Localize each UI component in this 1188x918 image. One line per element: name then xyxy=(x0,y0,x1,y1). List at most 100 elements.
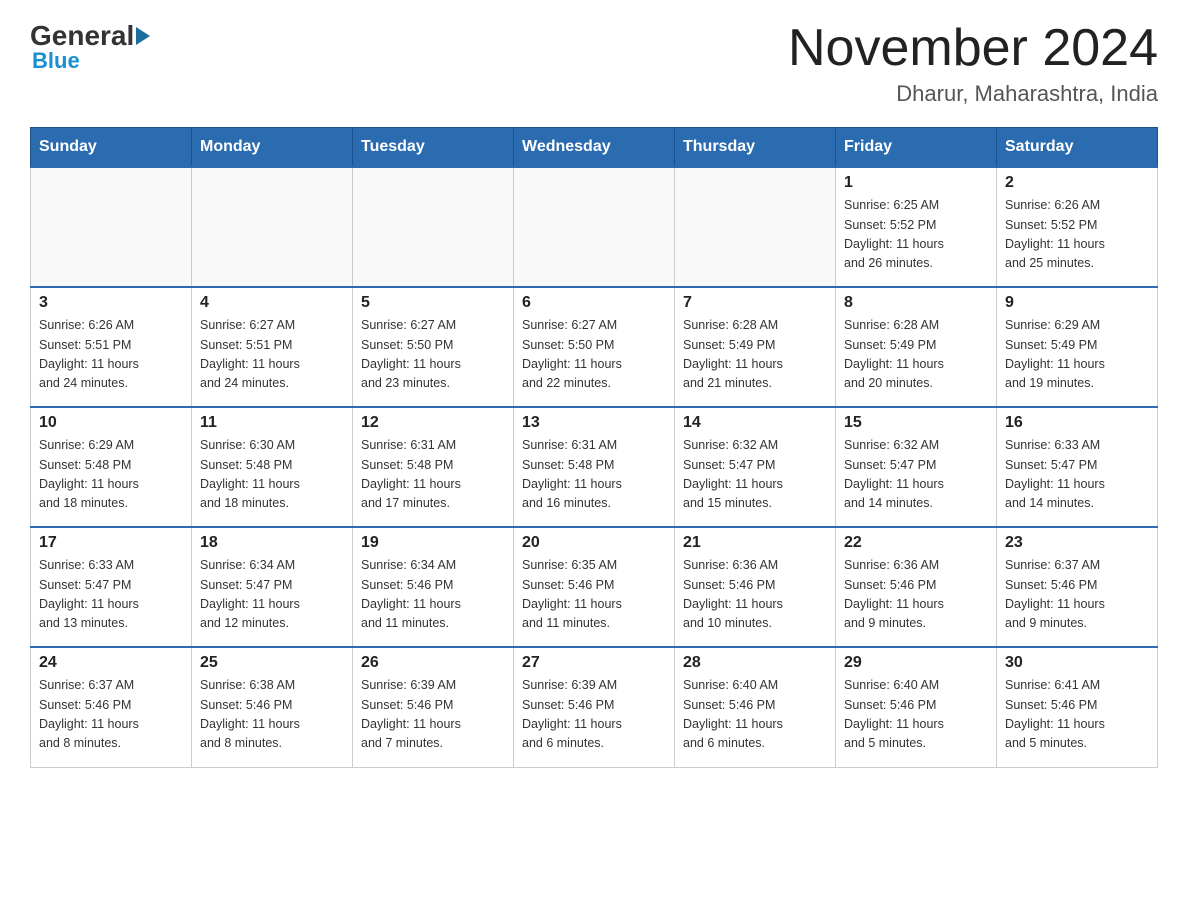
day-info: Sunrise: 6:35 AMSunset: 5:46 PMDaylight:… xyxy=(522,556,666,634)
calendar-cell: 2 Sunrise: 6:26 AMSunset: 5:52 PMDaylight… xyxy=(997,167,1158,287)
day-info: Sunrise: 6:40 AMSunset: 5:46 PMDaylight:… xyxy=(844,676,988,754)
week-row-2: 3Sunrise: 6:26 AMSunset: 5:51 PMDaylight… xyxy=(31,287,1158,407)
calendar-cell: 18 Sunrise: 6:34 AMSunset: 5:47 PMDayligh… xyxy=(192,527,353,647)
day-info: Sunrise: 6:31 AMSunset: 5:48 PMDaylight:… xyxy=(361,436,505,514)
day-info: Sunrise: 6:27 AMSunset: 5:50 PMDaylight:… xyxy=(361,316,505,394)
calendar-cell: 6 Sunrise: 6:27 AMSunset: 5:50 PMDaylight… xyxy=(514,287,675,407)
logo-blue-text: Blue xyxy=(30,48,80,74)
day-number: 16 xyxy=(1005,414,1149,432)
title-block: November 2024 Dharur, Maharashtra, India xyxy=(788,20,1158,107)
calendar-cell: 30Sunrise: 6:41 AMSunset: 5:46 PMDayligh… xyxy=(997,647,1158,767)
calendar-cell: 21 Sunrise: 6:36 AMSunset: 5:46 PMDayligh… xyxy=(675,527,836,647)
weekday-header-saturday: Saturday xyxy=(997,128,1158,168)
calendar-cell: 13 Sunrise: 6:31 AMSunset: 5:48 PMDayligh… xyxy=(514,407,675,527)
calendar-cell: 14Sunrise: 6:32 AMSunset: 5:47 PMDayligh… xyxy=(675,407,836,527)
calendar-table: SundayMondayTuesdayWednesdayThursdayFrid… xyxy=(30,127,1158,768)
day-number: 13 xyxy=(522,414,666,432)
calendar-cell: 28Sunrise: 6:40 AMSunset: 5:46 PMDayligh… xyxy=(675,647,836,767)
weekday-header-wednesday: Wednesday xyxy=(514,128,675,168)
day-number: 27 xyxy=(522,654,666,672)
day-number: 15 xyxy=(844,414,988,432)
day-info: Sunrise: 6:33 AMSunset: 5:47 PMDaylight:… xyxy=(1005,436,1149,514)
day-info: Sunrise: 6:41 AMSunset: 5:46 PMDaylight:… xyxy=(1005,676,1149,754)
day-info: Sunrise: 6:32 AMSunset: 5:47 PMDaylight:… xyxy=(844,436,988,514)
day-info: Sunrise: 6:39 AMSunset: 5:46 PMDaylight:… xyxy=(361,676,505,754)
logo-triangle-icon xyxy=(136,27,150,45)
day-number: 20 xyxy=(522,534,666,552)
day-number: 6 xyxy=(522,294,666,312)
week-row-4: 17 Sunrise: 6:33 AMSunset: 5:47 PMDayligh… xyxy=(31,527,1158,647)
day-number: 18 xyxy=(200,534,344,552)
day-number: 28 xyxy=(683,654,827,672)
day-info: Sunrise: 6:27 AMSunset: 5:51 PMDaylight:… xyxy=(200,316,344,394)
day-info: Sunrise: 6:29 AMSunset: 5:48 PMDaylight:… xyxy=(39,436,183,514)
calendar-cell: 17 Sunrise: 6:33 AMSunset: 5:47 PMDayligh… xyxy=(31,527,192,647)
calendar-cell: 12 Sunrise: 6:31 AMSunset: 5:48 PMDayligh… xyxy=(353,407,514,527)
day-info: Sunrise: 6:36 AMSunset: 5:46 PMDaylight:… xyxy=(844,556,988,634)
day-info: Sunrise: 6:33 AMSunset: 5:47 PMDaylight:… xyxy=(39,556,183,634)
day-number: 7 xyxy=(683,294,827,312)
calendar-cell: 26Sunrise: 6:39 AMSunset: 5:46 PMDayligh… xyxy=(353,647,514,767)
day-info: Sunrise: 6:28 AMSunset: 5:49 PMDaylight:… xyxy=(683,316,827,394)
week-row-3: 10Sunrise: 6:29 AMSunset: 5:48 PMDayligh… xyxy=(31,407,1158,527)
day-info: Sunrise: 6:34 AMSunset: 5:46 PMDaylight:… xyxy=(361,556,505,634)
day-info: Sunrise: 6:25 AMSunset: 5:52 PMDaylight:… xyxy=(844,196,988,274)
day-number: 29 xyxy=(844,654,988,672)
day-info: Sunrise: 6:30 AMSunset: 5:48 PMDaylight:… xyxy=(200,436,344,514)
calendar-cell: 22 Sunrise: 6:36 AMSunset: 5:46 PMDayligh… xyxy=(836,527,997,647)
day-number: 24 xyxy=(39,654,183,672)
month-year-title: November 2024 xyxy=(788,20,1158,77)
calendar-cell: 15 Sunrise: 6:32 AMSunset: 5:47 PMDayligh… xyxy=(836,407,997,527)
day-number: 17 xyxy=(39,534,183,552)
day-number: 3 xyxy=(39,294,183,312)
calendar-cell: 5 Sunrise: 6:27 AMSunset: 5:50 PMDaylight… xyxy=(353,287,514,407)
day-info: Sunrise: 6:37 AMSunset: 5:46 PMDaylight:… xyxy=(1005,556,1149,634)
calendar-cell: 7 Sunrise: 6:28 AMSunset: 5:49 PMDaylight… xyxy=(675,287,836,407)
day-info: Sunrise: 6:31 AMSunset: 5:48 PMDaylight:… xyxy=(522,436,666,514)
week-row-5: 24 Sunrise: 6:37 AMSunset: 5:46 PMDayligh… xyxy=(31,647,1158,767)
day-number: 5 xyxy=(361,294,505,312)
day-info: Sunrise: 6:36 AMSunset: 5:46 PMDaylight:… xyxy=(683,556,827,634)
day-info: Sunrise: 6:37 AMSunset: 5:46 PMDaylight:… xyxy=(39,676,183,754)
calendar-cell xyxy=(675,167,836,287)
page-header: General Blue November 2024 Dharur, Mahar… xyxy=(30,20,1158,107)
calendar-cell xyxy=(31,167,192,287)
week-row-1: 1Sunrise: 6:25 AMSunset: 5:52 PMDaylight… xyxy=(31,167,1158,287)
day-number: 22 xyxy=(844,534,988,552)
weekday-header-sunday: Sunday xyxy=(31,128,192,168)
day-info: Sunrise: 6:29 AMSunset: 5:49 PMDaylight:… xyxy=(1005,316,1149,394)
weekday-header-friday: Friday xyxy=(836,128,997,168)
calendar-cell: 10Sunrise: 6:29 AMSunset: 5:48 PMDayligh… xyxy=(31,407,192,527)
calendar-cell: 11 Sunrise: 6:30 AMSunset: 5:48 PMDayligh… xyxy=(192,407,353,527)
calendar-cell: 25Sunrise: 6:38 AMSunset: 5:46 PMDayligh… xyxy=(192,647,353,767)
calendar-cell: 16 Sunrise: 6:33 AMSunset: 5:47 PMDayligh… xyxy=(997,407,1158,527)
calendar-cell xyxy=(514,167,675,287)
day-number: 9 xyxy=(1005,294,1149,312)
day-info: Sunrise: 6:27 AMSunset: 5:50 PMDaylight:… xyxy=(522,316,666,394)
day-number: 8 xyxy=(844,294,988,312)
day-number: 2 xyxy=(1005,174,1149,192)
day-number: 19 xyxy=(361,534,505,552)
calendar-cell: 29 Sunrise: 6:40 AMSunset: 5:46 PMDayligh… xyxy=(836,647,997,767)
day-info: Sunrise: 6:28 AMSunset: 5:49 PMDaylight:… xyxy=(844,316,988,394)
location-subtitle: Dharur, Maharashtra, India xyxy=(788,81,1158,107)
logo: General Blue xyxy=(30,20,152,74)
calendar-cell xyxy=(353,167,514,287)
calendar-cell: 4Sunrise: 6:27 AMSunset: 5:51 PMDaylight… xyxy=(192,287,353,407)
day-number: 25 xyxy=(200,654,344,672)
day-info: Sunrise: 6:34 AMSunset: 5:47 PMDaylight:… xyxy=(200,556,344,634)
calendar-cell: 27 Sunrise: 6:39 AMSunset: 5:46 PMDayligh… xyxy=(514,647,675,767)
day-number: 12 xyxy=(361,414,505,432)
calendar-cell: 3Sunrise: 6:26 AMSunset: 5:51 PMDaylight… xyxy=(31,287,192,407)
calendar-cell: 23 Sunrise: 6:37 AMSunset: 5:46 PMDayligh… xyxy=(997,527,1158,647)
weekday-header-tuesday: Tuesday xyxy=(353,128,514,168)
day-info: Sunrise: 6:32 AMSunset: 5:47 PMDaylight:… xyxy=(683,436,827,514)
day-number: 11 xyxy=(200,414,344,432)
calendar-cell: 9 Sunrise: 6:29 AMSunset: 5:49 PMDaylight… xyxy=(997,287,1158,407)
day-info: Sunrise: 6:26 AMSunset: 5:52 PMDaylight:… xyxy=(1005,196,1149,274)
day-info: Sunrise: 6:39 AMSunset: 5:46 PMDaylight:… xyxy=(522,676,666,754)
weekday-header-monday: Monday xyxy=(192,128,353,168)
day-number: 21 xyxy=(683,534,827,552)
weekday-header-thursday: Thursday xyxy=(675,128,836,168)
day-number: 23 xyxy=(1005,534,1149,552)
